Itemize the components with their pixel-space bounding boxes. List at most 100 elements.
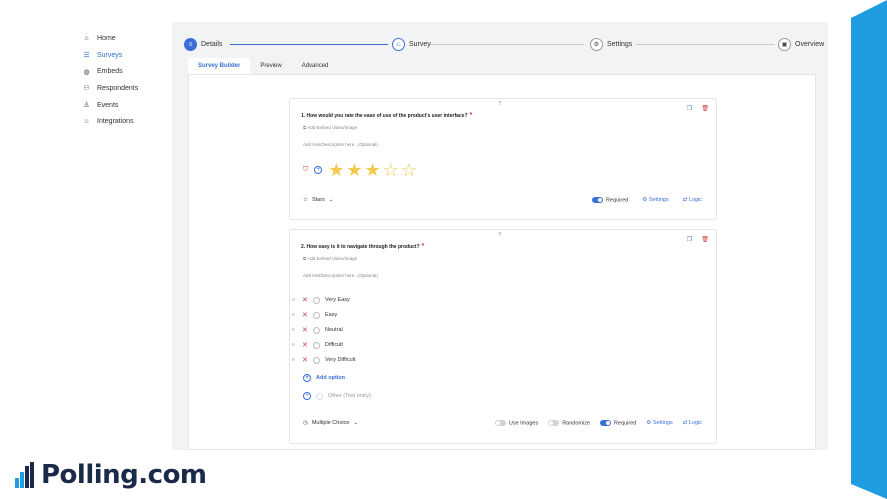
gear-icon: ⚙ bbox=[590, 38, 603, 51]
remove-icon[interactable]: ✕ bbox=[302, 296, 308, 304]
stepper-line bbox=[636, 44, 774, 45]
toggle-switch[interactable] bbox=[548, 419, 560, 426]
step-survey[interactable]: ⊂ Survey bbox=[392, 38, 431, 51]
drag-handle-icon[interactable]: ≡ bbox=[292, 312, 297, 318]
type-select[interactable]: ◷ Multiple Choice ⌄ bbox=[303, 420, 358, 426]
required-mark: * bbox=[421, 243, 425, 250]
radio-button[interactable] bbox=[313, 341, 320, 349]
stars-group: ★ ★ ★ ☆ ☆ bbox=[328, 161, 417, 179]
option-row[interactable]: ≡ ✕ Difficult bbox=[292, 341, 343, 349]
star-outline-icon[interactable]: ☆ bbox=[401, 161, 417, 179]
add-option-button[interactable]: + Add option bbox=[303, 374, 345, 382]
sidebar-item-embeds[interactable]: ◍ Embeds bbox=[82, 63, 172, 80]
type-label: Stars bbox=[311, 197, 325, 203]
sidebar-item-label: Respondents bbox=[97, 84, 139, 92]
drag-handle-icon[interactable]: ≡ bbox=[292, 342, 297, 348]
option-row[interactable]: ≡ ✕ Very Difficult bbox=[292, 356, 355, 364]
radio-button[interactable] bbox=[313, 296, 320, 304]
option-label[interactable]: Neutral bbox=[325, 327, 343, 333]
stepper-line-done bbox=[230, 44, 388, 45]
question-card-1[interactable]: ⠿ ❐ 🗑 1. How would you rate the ease of … bbox=[289, 98, 717, 220]
radio-button[interactable] bbox=[313, 356, 320, 364]
radio-button[interactable] bbox=[313, 326, 320, 334]
question-card-2[interactable]: ⠿ ❐ 🗑 2. How easy is it to navigate thro… bbox=[289, 229, 717, 444]
option-row[interactable]: ≡ ✕ Very Easy bbox=[292, 296, 350, 304]
drag-handle-icon[interactable]: ≡ bbox=[292, 327, 297, 333]
drag-handle-icon[interactable]: ⠿ bbox=[498, 232, 502, 238]
required-toggle[interactable]: Required bbox=[592, 196, 629, 204]
step-overview[interactable]: ▣ Overview bbox=[778, 38, 824, 51]
stepper: ≡ Details ⊂ Survey ⚙ Settings ▣ Overview bbox=[184, 38, 824, 52]
option-label[interactable]: Easy bbox=[325, 312, 337, 318]
logic-button[interactable]: ⇄ Logic bbox=[683, 420, 702, 426]
option-label[interactable]: Difficult bbox=[325, 342, 343, 348]
type-select[interactable]: ☆ Stars ⌄ bbox=[303, 197, 333, 203]
other-option-row[interactable]: + Other (Text entry) bbox=[303, 392, 371, 400]
question-title[interactable]: 2. How easy is it to navigate through th… bbox=[301, 243, 424, 250]
step-label: Survey bbox=[409, 41, 431, 48]
add-embed-link[interactable]: ⧉ Add Embed Video/Image bbox=[303, 256, 357, 261]
brand-accent-shape bbox=[851, 0, 887, 499]
remove-icon[interactable]: ✕ bbox=[302, 356, 308, 364]
star-filled-icon[interactable]: ★ bbox=[346, 161, 362, 179]
drag-handle-icon[interactable]: ⠿ bbox=[498, 101, 502, 107]
copy-icon[interactable]: ❐ bbox=[687, 236, 692, 243]
step-settings[interactable]: ⚙ Settings bbox=[590, 38, 632, 51]
star-outline-icon[interactable]: ☆ bbox=[383, 161, 399, 179]
embed-label: Add Embed Video/Image bbox=[307, 125, 358, 130]
copy-icon[interactable]: ❐ bbox=[687, 105, 692, 112]
tab-survey-builder[interactable]: Survey Builder bbox=[188, 58, 251, 74]
toggle-switch[interactable] bbox=[600, 419, 612, 426]
logic-button[interactable]: ⇄ Logic bbox=[683, 197, 702, 203]
step-details[interactable]: ≡ Details bbox=[184, 38, 222, 51]
tab-preview[interactable]: Preview bbox=[250, 58, 291, 74]
drag-handle-icon[interactable]: ≡ bbox=[292, 297, 297, 303]
chevron-down-icon: ⌄ bbox=[353, 420, 359, 426]
remove-icon[interactable]: ✕ bbox=[302, 341, 308, 349]
randomize-toggle[interactable]: Randomize bbox=[548, 419, 590, 426]
option-row[interactable]: ≡ ✕ Easy bbox=[292, 311, 337, 319]
option-label[interactable]: Very Easy bbox=[325, 297, 350, 303]
tab-advanced[interactable]: Advanced bbox=[292, 58, 339, 74]
person-icon: ♙ bbox=[83, 102, 90, 110]
trash-icon[interactable]: 🗑 bbox=[701, 236, 709, 243]
settings-button[interactable]: ⚙ Settings bbox=[642, 197, 668, 203]
toggle-switch[interactable] bbox=[494, 419, 506, 426]
required-toggle[interactable]: Required bbox=[600, 419, 636, 426]
builder-canvas: ⠿ ❐ 🗑 1. How would you rate the ease of … bbox=[188, 74, 816, 450]
add-option-label: Add option bbox=[316, 375, 346, 381]
radio-button[interactable] bbox=[313, 311, 320, 319]
logic-label: Logic bbox=[688, 196, 702, 203]
shield-icon[interactable]: ⛉ bbox=[303, 166, 308, 174]
sidebar-item-home[interactable]: ⌂ Home bbox=[82, 30, 172, 47]
sidebar-item-respondents[interactable]: ⚇ Respondents bbox=[82, 80, 172, 97]
add-circle-icon[interactable]: + bbox=[314, 166, 323, 174]
drag-handle-icon[interactable]: ≡ bbox=[292, 357, 297, 363]
toggle-switch[interactable] bbox=[592, 196, 604, 203]
hint-input[interactable]: Add Hint/Description here...(Optional) bbox=[303, 273, 378, 278]
sidebar-item-events[interactable]: ♙ Events bbox=[82, 97, 172, 114]
sidebar-item-integrations[interactable]: ⌂ Integrations bbox=[82, 113, 172, 130]
add-embed-link[interactable]: ⧉ Add Embed Video/Image bbox=[303, 125, 357, 130]
required-label: Required bbox=[606, 197, 629, 204]
survey-icon: ⊂ bbox=[392, 38, 405, 51]
bank-icon: ⌂ bbox=[84, 118, 89, 126]
use-images-toggle[interactable]: Use Images bbox=[494, 419, 538, 426]
home-icon: ⌂ bbox=[84, 34, 89, 42]
star-filled-icon[interactable]: ★ bbox=[328, 161, 344, 179]
settings-button[interactable]: ⚙ Settings bbox=[646, 420, 672, 426]
add-circle-icon[interactable]: + bbox=[303, 392, 311, 400]
remove-icon[interactable]: ✕ bbox=[302, 311, 308, 319]
star-filled-icon[interactable]: ★ bbox=[365, 161, 381, 179]
logic-label: Logic bbox=[688, 419, 702, 426]
option-row[interactable]: ≡ ✕ Neutral bbox=[292, 326, 343, 334]
option-label[interactable]: Very Difficult bbox=[325, 357, 355, 363]
trash-icon[interactable]: 🗑 bbox=[701, 105, 709, 112]
question-title[interactable]: 1. How would you rate the ease of use of… bbox=[301, 112, 472, 119]
sidebar-item-surveys[interactable]: ☰ Surveys bbox=[82, 47, 172, 64]
question-title-text: 2. How easy is it to navigate through th… bbox=[301, 244, 420, 250]
star-outline-icon: ☆ bbox=[303, 197, 308, 203]
remove-icon[interactable]: ✕ bbox=[302, 326, 308, 334]
hint-input[interactable]: Add Hint/Description here...(Optional) bbox=[303, 142, 378, 147]
embed-label: Add Embed Video/Image bbox=[307, 256, 358, 261]
